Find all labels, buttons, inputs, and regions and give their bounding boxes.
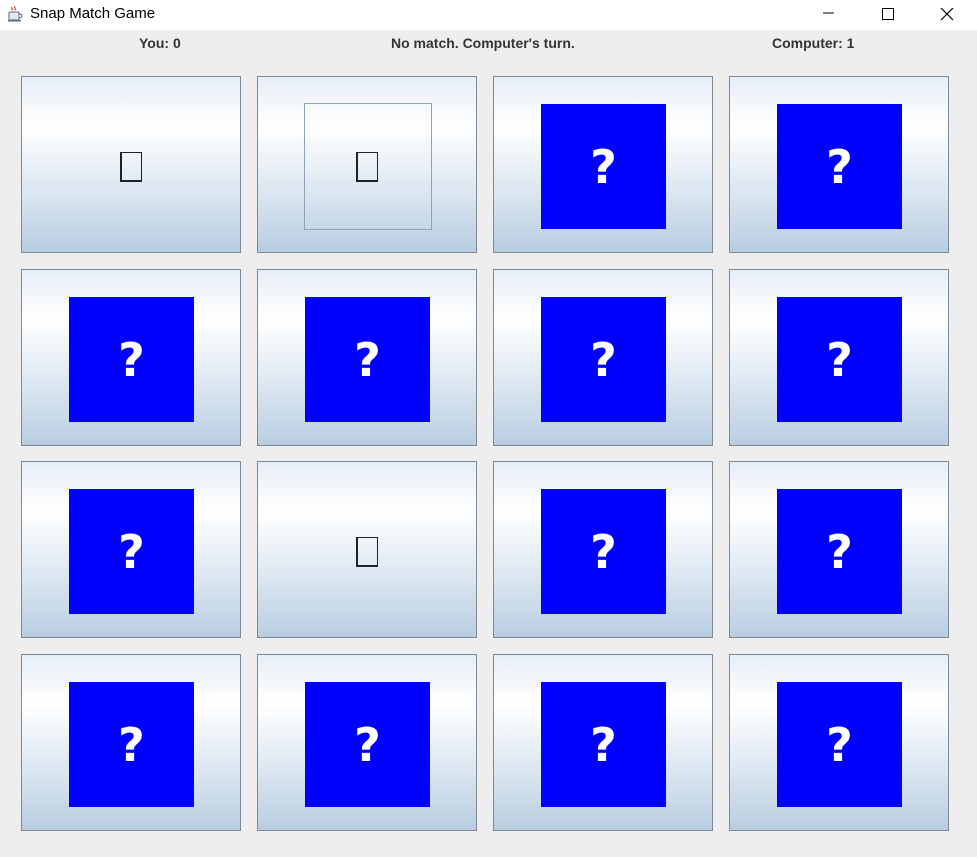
minimize-icon — [823, 12, 834, 14]
java-coffee-cup-icon — [6, 5, 24, 23]
turn-message-label: No match. Computer's turn. — [391, 35, 575, 51]
computer-score-label: Computer: 1 — [772, 35, 855, 51]
maximize-icon — [882, 8, 894, 20]
card-button[interactable] — [21, 76, 241, 253]
card-back: ? — [777, 104, 902, 229]
close-button[interactable] — [924, 0, 970, 30]
card-back: ? — [777, 489, 902, 614]
maximize-button[interactable] — [865, 0, 911, 30]
missing-glyph-icon — [356, 152, 378, 182]
card-button[interactable]: ? — [729, 461, 949, 638]
card-button[interactable]: ? — [257, 654, 477, 831]
question-mark-label: ? — [590, 139, 617, 194]
question-mark-label: ? — [826, 139, 853, 194]
question-mark-label: ? — [354, 332, 381, 387]
card-button[interactable] — [257, 76, 477, 253]
missing-glyph-icon — [356, 537, 378, 567]
status-bar: You: 0 No match. Computer's turn. Comput… — [0, 30, 977, 56]
card-back: ? — [777, 297, 902, 422]
card-button[interactable]: ? — [493, 461, 713, 638]
card-back: ? — [69, 297, 194, 422]
card-back: ? — [305, 297, 430, 422]
card-back: ? — [305, 682, 430, 807]
window-title: Snap Match Game — [30, 5, 156, 22]
card-button[interactable]: ? — [729, 654, 949, 831]
card-back: ? — [541, 489, 666, 614]
question-mark-label: ? — [118, 717, 145, 772]
question-mark-label: ? — [354, 717, 381, 772]
question-mark-label: ? — [826, 717, 853, 772]
card-button[interactable]: ? — [257, 269, 477, 446]
question-mark-label: ? — [590, 332, 617, 387]
card-button[interactable]: ? — [493, 269, 713, 446]
card-button[interactable] — [257, 461, 477, 638]
card-back: ? — [777, 682, 902, 807]
question-mark-label: ? — [118, 332, 145, 387]
card-button[interactable]: ? — [493, 76, 713, 253]
question-mark-label: ? — [590, 524, 617, 579]
missing-glyph-icon — [120, 152, 142, 182]
close-icon — [940, 8, 954, 21]
card-back: ? — [541, 104, 666, 229]
card-back: ? — [541, 682, 666, 807]
question-mark-label: ? — [826, 332, 853, 387]
card-button[interactable]: ? — [493, 654, 713, 831]
question-mark-label: ? — [118, 524, 145, 579]
question-mark-label: ? — [590, 717, 617, 772]
card-button[interactable]: ? — [21, 654, 241, 831]
card-back: ? — [541, 297, 666, 422]
card-button[interactable]: ? — [729, 269, 949, 446]
card-button[interactable]: ? — [21, 269, 241, 446]
card-back: ? — [69, 682, 194, 807]
minimize-button[interactable] — [806, 0, 852, 30]
card-back: ? — [69, 489, 194, 614]
player-score-label: You: 0 — [139, 35, 181, 51]
card-button[interactable]: ? — [729, 76, 949, 253]
snap-match-window: Snap Match Game You: 0 No match. Compute… — [0, 0, 977, 857]
question-mark-label: ? — [826, 524, 853, 579]
card-button[interactable]: ? — [21, 461, 241, 638]
title-bar[interactable]: Snap Match Game — [0, 0, 977, 30]
